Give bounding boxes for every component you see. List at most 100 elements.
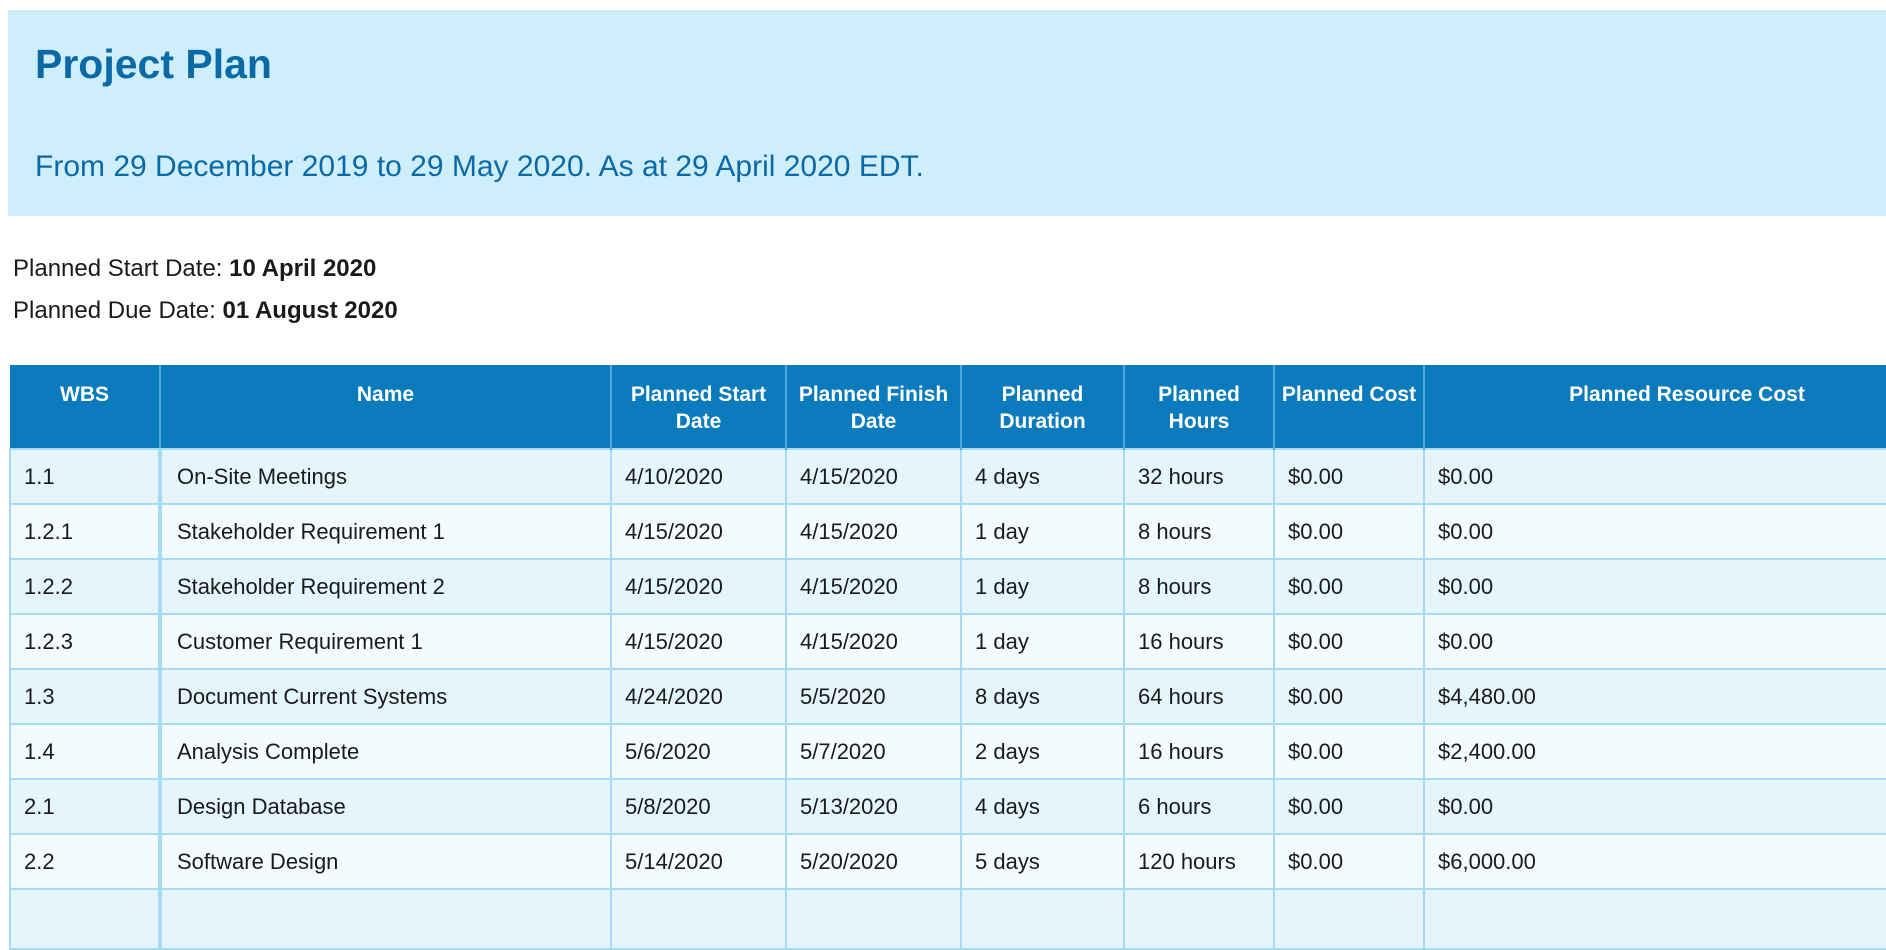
cell-planned-finish: 4/15/2020	[785, 613, 962, 670]
cell-planned-start: 4/15/2020	[610, 558, 787, 615]
column-header-planned-resource-cost[interactable]: Planned Resource Cost	[1424, 365, 1886, 449]
cell-cost: $0.00	[1273, 723, 1425, 780]
cell-resource-cost: $4,480.00	[1423, 668, 1886, 725]
table-row[interactable]: 2.2 Software Design 5/14/2020 5/20/2020 5 da…	[9, 833, 1886, 890]
cell-hours: 8 hours	[1123, 503, 1275, 560]
cell-name: On-Site Meetings	[158, 448, 612, 505]
cell-planned-finish: 5/7/2020	[785, 723, 962, 780]
cell-name: Customer Requirement 1	[158, 613, 612, 670]
report-period: From 29 December 2019 to 29 May 2020. As…	[35, 150, 924, 183]
column-header-planned-duration[interactable]: Planned Duration	[961, 365, 1125, 449]
cell-duration	[960, 888, 1125, 950]
planned-start-label: Planned Start Date:	[13, 255, 223, 282]
cell-cost: $0.00	[1273, 558, 1425, 615]
cell-planned-start: 4/15/2020	[610, 503, 787, 560]
cell-resource-cost: $0.00	[1423, 503, 1886, 560]
cell-hours: 32 hours	[1123, 448, 1275, 505]
cell-duration: 8 days	[960, 668, 1125, 725]
cell-planned-start: 4/10/2020	[610, 448, 787, 505]
cell-cost: $0.00	[1273, 778, 1425, 835]
cell-hours: 64 hours	[1123, 668, 1275, 725]
table-body: 1.1 On-Site Meetings 4/10/2020 4/15/2020 4 d…	[9, 448, 1886, 950]
cell-wbs	[9, 888, 161, 950]
cell-name: Software Design	[158, 833, 612, 890]
report-header	[8, 10, 1886, 216]
cell-wbs: 1.2.2	[9, 558, 161, 615]
cell-wbs: 1.3	[9, 668, 161, 725]
cell-resource-cost: $0.00	[1423, 613, 1886, 670]
cell-duration: 1 day	[960, 613, 1125, 670]
cell-planned-start: 5/8/2020	[610, 778, 787, 835]
cell-cost: $0.00	[1273, 448, 1425, 505]
cell-planned-finish: 4/15/2020	[785, 558, 962, 615]
cell-resource-cost	[1423, 888, 1886, 950]
table-row[interactable]: 1.4 Analysis Complete 5/6/2020 5/7/2020 2 da…	[9, 723, 1886, 780]
cell-duration: 4 days	[960, 448, 1125, 505]
cell-name: Document Current Systems	[158, 668, 612, 725]
cell-wbs: 1.4	[9, 723, 161, 780]
table-row[interactable]	[9, 888, 1886, 950]
cell-cost: $0.00	[1273, 613, 1425, 670]
column-header-wbs[interactable]: WBS	[10, 365, 161, 449]
planned-due-label: Planned Due Date:	[13, 297, 216, 324]
column-header-planned-hours[interactable]: Planned Hours	[1124, 365, 1275, 449]
table-header-row: WBS Name Planned Start Date Planned Fini…	[10, 365, 1886, 449]
cell-name: Design Database	[158, 778, 612, 835]
cell-hours: 6 hours	[1123, 778, 1275, 835]
planned-due-value: 01 August 2020	[222, 297, 398, 324]
cell-planned-finish	[785, 888, 962, 950]
column-header-name[interactable]: Name	[160, 365, 612, 449]
cell-name: Stakeholder Requirement 1	[158, 503, 612, 560]
planned-start-summary: Planned Start Date: 10 April 2020	[13, 257, 376, 281]
project-plan-table: WBS Name Planned Start Date Planned Fini…	[9, 365, 1886, 950]
cell-planned-start: 4/24/2020	[610, 668, 787, 725]
cell-wbs: 1.1	[9, 448, 161, 505]
cell-planned-start: 5/6/2020	[610, 723, 787, 780]
table-row[interactable]: 1.2.2 Stakeholder Requirement 2 4/15/2020 4…	[9, 558, 1886, 615]
cell-cost: $0.00	[1273, 503, 1425, 560]
cell-duration: 5 days	[960, 833, 1125, 890]
cell-hours: 120 hours	[1123, 833, 1275, 890]
cell-planned-finish: 4/15/2020	[785, 448, 962, 505]
table-row[interactable]: 2.1 Design Database 5/8/2020 5/13/2020 4 day…	[9, 778, 1886, 835]
cell-duration: 2 days	[960, 723, 1125, 780]
cell-resource-cost: $2,400.00	[1423, 723, 1886, 780]
cell-cost: $0.00	[1273, 668, 1425, 725]
cell-resource-cost: $0.00	[1423, 778, 1886, 835]
cell-wbs: 1.2.1	[9, 503, 161, 560]
cell-planned-finish: 5/20/2020	[785, 833, 962, 890]
cell-planned-finish: 4/15/2020	[785, 503, 962, 560]
cell-name	[158, 888, 612, 950]
cell-planned-finish: 5/13/2020	[785, 778, 962, 835]
column-header-planned-finish-date[interactable]: Planned Finish Date	[786, 365, 962, 449]
page-title: Project Plan	[35, 41, 272, 87]
cell-resource-cost: $6,000.00	[1423, 833, 1886, 890]
table-row[interactable]: 1.2.1 Stakeholder Requirement 1 4/15/2020 4…	[9, 503, 1886, 560]
cell-hours: 16 hours	[1123, 613, 1275, 670]
cell-hours: 8 hours	[1123, 558, 1275, 615]
cell-duration: 1 day	[960, 558, 1125, 615]
cell-planned-finish: 5/5/2020	[785, 668, 962, 725]
cell-resource-cost: $0.00	[1423, 558, 1886, 615]
table-row[interactable]: 1.2.3 Customer Requirement 1 4/15/2020 4/15…	[9, 613, 1886, 670]
planned-start-value: 10 April 2020	[229, 255, 377, 282]
cell-cost: $0.00	[1273, 833, 1425, 890]
column-header-planned-start-date[interactable]: Planned Start Date	[611, 365, 787, 449]
cell-wbs: 2.1	[9, 778, 161, 835]
cell-hours	[1123, 888, 1275, 950]
cell-planned-start: 4/15/2020	[610, 613, 787, 670]
cell-resource-cost: $0.00	[1423, 448, 1886, 505]
column-header-planned-cost[interactable]: Planned Cost	[1274, 365, 1425, 449]
cell-name: Stakeholder Requirement 2	[158, 558, 612, 615]
table-row[interactable]: 1.3 Document Current Systems 4/24/2020 5/5/…	[9, 668, 1886, 725]
cell-duration: 4 days	[960, 778, 1125, 835]
cell-planned-start: 5/14/2020	[610, 833, 787, 890]
cell-wbs: 2.2	[9, 833, 161, 890]
cell-hours: 16 hours	[1123, 723, 1275, 780]
planned-due-summary: Planned Due Date: 01 August 2020	[13, 299, 398, 323]
table-row[interactable]: 1.1 On-Site Meetings 4/10/2020 4/15/2020 4 d…	[9, 448, 1886, 505]
cell-duration: 1 day	[960, 503, 1125, 560]
cell-name: Analysis Complete	[158, 723, 612, 780]
cell-cost	[1273, 888, 1425, 950]
cell-wbs: 1.2.3	[9, 613, 161, 670]
